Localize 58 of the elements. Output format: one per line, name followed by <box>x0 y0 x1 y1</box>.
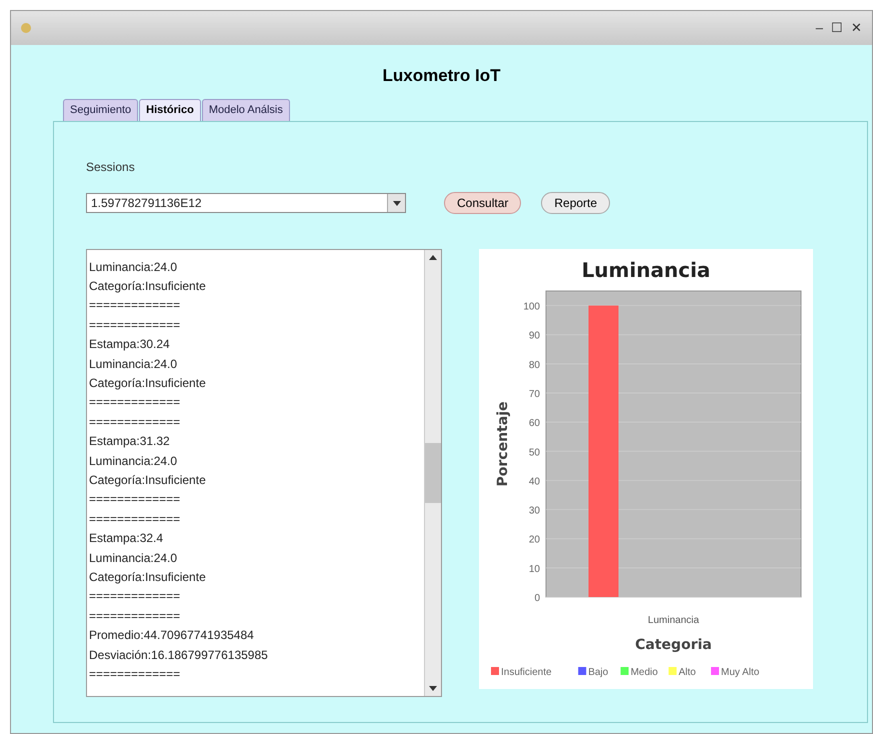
caret-icon <box>387 194 405 212</box>
legend-label: Medio <box>630 666 658 678</box>
tab[interactable]: Modelo Análsis <box>202 98 290 120</box>
log-line: Categoría:Insuficiente <box>89 472 207 489</box>
log-line: ============= <box>89 608 182 625</box>
log-line: Luminancia:24.0 <box>89 258 178 276</box>
log-line: ============= <box>89 666 182 684</box>
chart-title: Luminancia <box>582 258 710 282</box>
x-tick-label: Luminancia <box>648 614 700 626</box>
y-tick-label: 60 <box>528 418 540 429</box>
scroll-thumb[interactable] <box>425 442 441 502</box>
log-line: Promedio:44.70967741935484 <box>89 627 255 644</box>
log-line: ============= <box>89 297 182 314</box>
y-tick-label: 80 <box>528 359 540 370</box>
y-tick-label: 0 <box>534 592 540 604</box>
legend-label: Muy Alto <box>721 666 760 678</box>
log-line: Estampa:31.32 <box>89 433 171 450</box>
log-line: Estampa:30.24 <box>89 336 171 354</box>
log-line: ============= <box>89 316 182 334</box>
y-tick-label: 50 <box>528 446 540 458</box>
log-line: ============= <box>89 414 182 431</box>
y-tick-label: 90 <box>528 330 540 342</box>
x-axis-label: Categoria <box>635 636 712 652</box>
y-tick-label: 100 <box>523 301 540 312</box>
window-control[interactable]: ☐ <box>829 18 845 38</box>
log-line: Luminancia:24.0 <box>89 452 178 470</box>
log-line: ============= <box>89 510 182 528</box>
window-control[interactable]: ✕ <box>849 18 864 38</box>
scrollbar[interactable] <box>424 250 441 696</box>
log-line: Categoría:Insuficiente <box>89 278 207 295</box>
y-tick-label: 40 <box>528 476 540 487</box>
y-tick-label: 30 <box>528 505 540 516</box>
y-axis-label: Porcentaje <box>495 401 511 486</box>
log-line: Categoría:Insuficiente <box>89 374 207 392</box>
tab[interactable]: Histórico <box>139 98 201 120</box>
log-line: Luminancia:24.0 <box>89 356 178 373</box>
app-title: Luxometro IoT <box>382 65 501 87</box>
legend-label: Insuficiente <box>501 666 552 678</box>
window-control[interactable]: – <box>814 18 825 38</box>
y-tick-label: 20 <box>528 534 540 546</box>
legend-label: Bajo <box>588 666 608 678</box>
legend-label: Alto <box>678 666 696 678</box>
log-line: ============= <box>89 394 182 412</box>
log-line: Categoría:Insuficiente <box>89 569 207 586</box>
log-line: Desviación:16.186799776135985 <box>89 646 269 664</box>
tab[interactable]: Seguimiento <box>63 98 138 120</box>
sessions-label: Sessions <box>86 158 136 176</box>
log-line: Luminancia:24.0 <box>89 550 178 567</box>
y-tick-label: 10 <box>528 563 540 574</box>
sessions-dropdown[interactable]: 1.597782791136E12 <box>86 192 406 212</box>
y-tick-label: 70 <box>528 388 540 400</box>
log-line: ============= <box>89 491 182 508</box>
app-icon <box>19 21 33 35</box>
log-line: Estampa:32.4 <box>89 530 164 548</box>
log-text-area[interactable] <box>86 248 442 696</box>
log-line: ============= <box>89 588 182 606</box>
action-button[interactable]: Consultar <box>444 192 522 214</box>
action-button[interactable]: Reporte <box>541 192 610 214</box>
